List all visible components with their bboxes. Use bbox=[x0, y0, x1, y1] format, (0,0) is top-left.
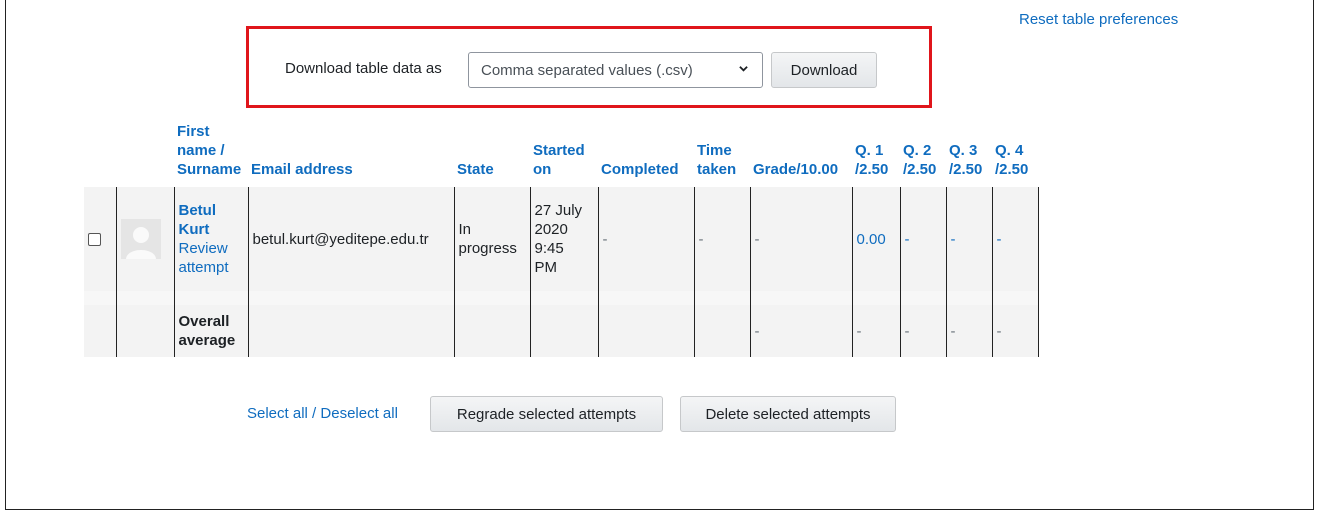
name-header-line1: First bbox=[177, 123, 210, 140]
q1-header-line1: Q. 1 bbox=[855, 142, 884, 159]
avatar[interactable] bbox=[120, 219, 161, 259]
download-label: Download table data as bbox=[285, 60, 442, 77]
chevron-down-icon bbox=[739, 66, 748, 72]
q1-header[interactable]: Q. 1 /2.50 bbox=[852, 118, 900, 183]
avg-empty-cell bbox=[84, 305, 116, 357]
select-all-link[interactable]: Select all bbox=[247, 405, 308, 422]
q2-header-line1: Q. 2 bbox=[903, 142, 932, 159]
q2-header[interactable]: Q. 2 /2.50 bbox=[900, 118, 946, 183]
time-cell: - bbox=[693, 187, 750, 291]
started-line3: 9:45 bbox=[534, 240, 564, 257]
state-cell: In progress bbox=[453, 187, 530, 291]
started-line4: PM bbox=[534, 259, 558, 276]
avg-empty-cell bbox=[529, 305, 598, 357]
avg-empty-cell bbox=[115, 305, 174, 357]
user-avatar-icon bbox=[120, 219, 161, 259]
email-cell: betul.kurt@yeditepe.edu.tr bbox=[247, 187, 454, 291]
q3-cell[interactable]: - bbox=[945, 187, 992, 291]
q4-header-line2: /2.50 bbox=[995, 161, 1029, 178]
q4-cell[interactable]: - bbox=[991, 187, 1039, 291]
q3-header[interactable]: Q. 3 /2.50 bbox=[946, 118, 992, 183]
avg-empty-cell bbox=[247, 305, 454, 357]
avg-empty-cell bbox=[693, 305, 750, 357]
started-cell: 27 July 2020 9:45 PM bbox=[529, 187, 598, 291]
name-header-line3: Surname bbox=[177, 161, 242, 178]
avg-q3-cell: - bbox=[945, 305, 992, 357]
row-checkbox-cell bbox=[84, 187, 116, 291]
reset-table-preferences-link[interactable]: Reset table preferences bbox=[1019, 11, 1178, 28]
avatar-cell bbox=[115, 187, 174, 291]
state-line2: progress bbox=[458, 240, 517, 257]
avg-label-cell: Overall average bbox=[173, 305, 248, 357]
avg-label-line2: average bbox=[178, 332, 236, 349]
average-row: Overall average - - - - - bbox=[84, 305, 1039, 357]
select-deselect-links: Select all / Deselect all bbox=[247, 405, 398, 422]
table-row: Betul Kurt Review attempt betul.kurt@yed… bbox=[84, 187, 1039, 291]
completed-cell: - bbox=[597, 187, 694, 291]
avg-empty-cell bbox=[453, 305, 530, 357]
started-header-line2: on bbox=[533, 161, 552, 178]
time-header[interactable]: Time taken bbox=[694, 118, 750, 183]
q4-header[interactable]: Q. 4 /2.50 bbox=[992, 118, 1038, 183]
regrade-selected-button[interactable]: Regrade selected attempts bbox=[430, 396, 663, 432]
review-attempt-link-line2[interactable]: attempt bbox=[179, 258, 244, 277]
grade-cell: - bbox=[749, 187, 852, 291]
row-gap bbox=[84, 291, 1039, 305]
review-attempt-link-line1[interactable]: Review bbox=[179, 239, 244, 258]
picture-header bbox=[116, 118, 174, 183]
q2-header-line2: /2.50 bbox=[903, 161, 937, 178]
grade-header[interactable]: Grade/10.00 bbox=[750, 118, 852, 183]
name-header-line2: name / bbox=[177, 142, 225, 159]
started-header[interactable]: Started on bbox=[530, 118, 598, 183]
avg-q4-cell: - bbox=[991, 305, 1039, 357]
state-line1: In bbox=[458, 221, 472, 238]
q4-header-line1: Q. 4 bbox=[995, 142, 1024, 159]
select-separator: / bbox=[307, 405, 321, 422]
completed-header[interactable]: Completed bbox=[598, 118, 694, 183]
user-name-link-line2[interactable]: Kurt bbox=[179, 220, 244, 239]
user-name-link-line1[interactable]: Betul bbox=[179, 201, 244, 220]
row-checkbox[interactable] bbox=[88, 232, 101, 246]
avg-q2-cell: - bbox=[899, 305, 946, 357]
q1-header-line2: /2.50 bbox=[855, 161, 889, 178]
email-header[interactable]: Email address bbox=[248, 118, 454, 183]
deselect-all-link[interactable]: Deselect all bbox=[320, 405, 398, 422]
avg-label-line1: Overall bbox=[178, 313, 230, 330]
download-format-value: Comma separated values (.csv) bbox=[481, 61, 693, 79]
table-header-row: First name / Surname Email address State… bbox=[84, 118, 1038, 183]
avg-empty-cell bbox=[597, 305, 694, 357]
started-header-line1: Started bbox=[533, 142, 585, 159]
name-cell: Betul Kurt Review attempt bbox=[173, 187, 248, 291]
avg-q1-cell: - bbox=[851, 305, 900, 357]
started-line2: 2020 bbox=[534, 221, 568, 238]
download-button[interactable]: Download bbox=[771, 52, 877, 88]
q1-cell[interactable]: 0.00 bbox=[851, 187, 900, 291]
avg-grade-cell: - bbox=[749, 305, 852, 357]
checkbox-header bbox=[84, 118, 116, 183]
time-header-line2: taken bbox=[697, 161, 737, 178]
q3-header-line2: /2.50 bbox=[949, 161, 983, 178]
started-line1: 27 July bbox=[534, 202, 583, 219]
name-header[interactable]: First name / Surname bbox=[174, 118, 248, 183]
download-format-select[interactable]: Comma separated values (.csv) bbox=[468, 52, 763, 88]
state-header[interactable]: State bbox=[454, 118, 530, 183]
time-header-line1: Time bbox=[697, 142, 732, 159]
delete-selected-button[interactable]: Delete selected attempts bbox=[680, 396, 896, 432]
q2-cell[interactable]: - bbox=[899, 187, 946, 291]
attempts-table: First name / Surname Email address State… bbox=[84, 118, 1039, 357]
q3-header-line1: Q. 3 bbox=[949, 142, 978, 159]
